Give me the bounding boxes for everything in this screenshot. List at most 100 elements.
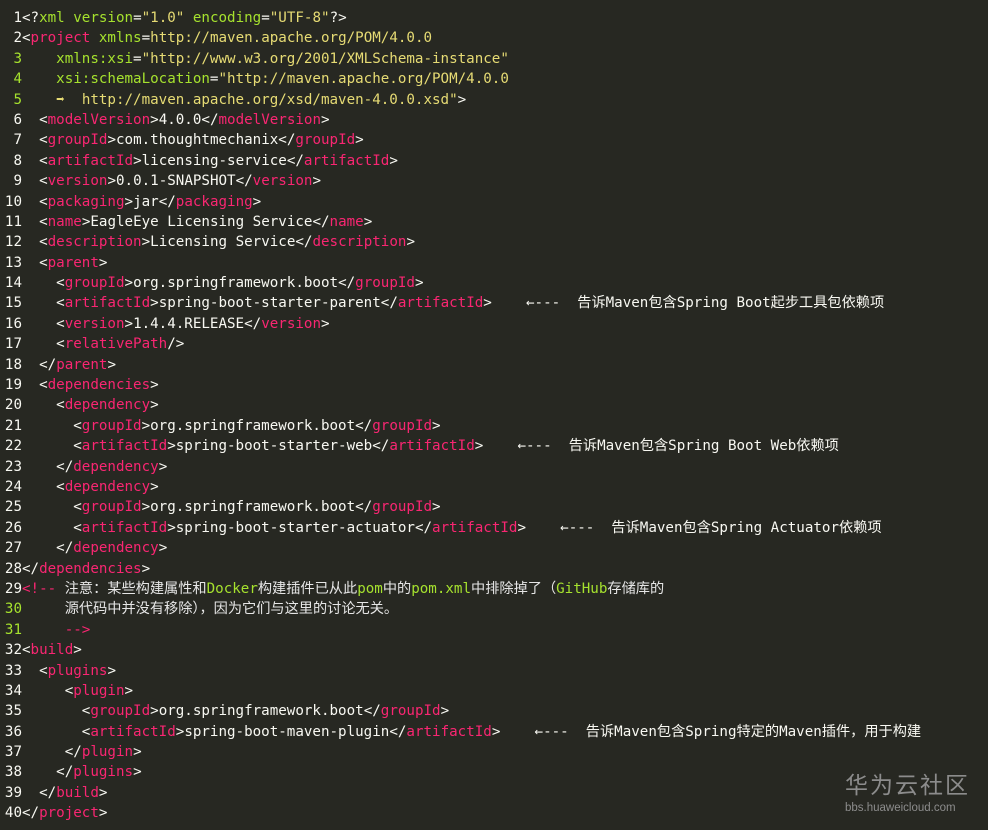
code-line[interactable]: 1<?xml version="1.0" encoding="UTF-8"?>: [0, 8, 988, 28]
code-line[interactable]: 35 <groupId>org.springframework.boot</gr…: [0, 701, 988, 721]
code-line[interactable]: 9 <version>0.0.1-SNAPSHOT</version>: [0, 171, 988, 191]
code-token: =: [141, 30, 151, 47]
code-token: <: [39, 132, 48, 149]
code-line[interactable]: 26 <artifactId>spring-boot-starter-actua…: [0, 518, 988, 538]
code-token: <: [39, 234, 48, 251]
code-token: </: [389, 723, 407, 740]
code-text: <relativePath/>: [22, 336, 184, 352]
code-line[interactable]: 37 </plugin>: [0, 742, 988, 762]
code-line[interactable]: 4 xsi:schemaLocation="http://maven.apach…: [0, 69, 988, 89]
code-text: </project>: [22, 805, 107, 821]
watermark-url: bbs.huaweicloud.com: [845, 802, 956, 814]
code-token: <: [73, 438, 82, 455]
line-number: 16: [4, 315, 22, 332]
code-line[interactable]: 30 源代码中并没有移除），因为它们与这里的讨论无关。: [0, 599, 988, 619]
code-line[interactable]: 24 <dependency>: [0, 477, 988, 497]
code-line[interactable]: 33 <plugins>: [0, 661, 988, 681]
code-token: >: [124, 315, 134, 332]
code-text: <groupId>org.springframework.boot</group…: [22, 417, 441, 434]
code-line[interactable]: 6 <modelVersion>4.0.0</modelVersion>: [0, 110, 988, 130]
code-line[interactable]: 17 <relativePath/>: [0, 334, 988, 354]
code-token: </: [355, 417, 373, 434]
code-line[interactable]: 14 <groupId>org.springframework.boot</gr…: [0, 273, 988, 293]
watermark: 华为云社区 bbs.huaweicloud.com: [845, 766, 970, 814]
code-line[interactable]: 11 <name>EagleEye Licensing Service</nam…: [0, 212, 988, 232]
code-line[interactable]: 21 <groupId>org.springframework.boot</gr…: [0, 416, 988, 436]
code-line[interactable]: 18 </parent>: [0, 355, 988, 375]
code-token: >: [150, 111, 159, 128]
code-token: >: [457, 91, 467, 108]
code-line[interactable]: 23 </dependency>: [0, 457, 988, 477]
code-token: >: [432, 499, 441, 516]
code-token: <: [64, 682, 74, 699]
code-line[interactable]: 2<project xmlns=http://maven.apache.org/…: [0, 28, 988, 48]
xml-tag-name: artifactId: [432, 519, 518, 536]
code-line[interactable]: 3 xmlns:xsi="http://www.w3.org/2001/XMLS…: [0, 49, 988, 69]
code-token: >: [150, 377, 159, 394]
line-number: 7: [13, 132, 22, 149]
xml-tag-name: project: [39, 805, 99, 822]
code-line[interactable]: 25 <groupId>org.springframework.boot</gr…: [0, 497, 988, 517]
code-line[interactable]: 8 <artifactId>licensing-service</artifac…: [0, 151, 988, 171]
code-token: org.springframework.boot: [133, 275, 339, 292]
code-line[interactable]: 7 <groupId>com.thoughtmechanix</groupId>: [0, 130, 988, 150]
string-literal: "1.0": [141, 10, 185, 26]
code-token: >: [107, 662, 116, 679]
line-number: 17: [4, 336, 22, 353]
code-line[interactable]: 31 -->: [0, 620, 988, 640]
code-line[interactable]: 29<!-- 注意：某些构建属性和Docker构建插件已从此pom中的pom.x…: [0, 579, 988, 599]
code-line[interactable]: 10 <packaging>jar</packaging>: [0, 192, 988, 212]
code-line[interactable]: 19 <dependencies>: [0, 375, 988, 395]
code-token: </: [244, 315, 262, 332]
xml-attribute: xmlns:xsi: [56, 50, 134, 67]
code-token: </: [22, 560, 40, 577]
code-line[interactable]: 39 </build>: [0, 783, 988, 803]
code-line[interactable]: 32<build>: [0, 640, 988, 660]
xml-tag-name: modelVersion: [47, 111, 151, 128]
code-token: <: [73, 499, 82, 516]
code-token: <: [39, 377, 48, 394]
xml-tag-name: plugins: [73, 764, 134, 781]
code-line[interactable]: 5 ➡ http://maven.apache.org/xsd/maven-4.…: [0, 90, 988, 110]
code-token: <: [39, 254, 48, 271]
code-line[interactable]: 13 <parent>: [0, 253, 988, 273]
code-token: 1.4.4.RELEASE: [133, 315, 245, 332]
code-line[interactable]: 27 </dependency>: [0, 538, 988, 558]
code-line[interactable]: 12 <description>Licensing Service</descr…: [0, 232, 988, 252]
line-number: 34: [4, 682, 22, 699]
code-line[interactable]: 34 <plugin>: [0, 681, 988, 701]
code-token: >: [141, 560, 151, 577]
xml-tag-name: name: [47, 213, 82, 230]
code-line[interactable]: 20 <dependency>: [0, 395, 988, 415]
code-text: <artifactId>spring-boot-starter-actuator…: [22, 519, 881, 536]
code-token: <?: [22, 10, 40, 26]
code-line[interactable]: 15 <artifactId>spring-boot-starter-paren…: [0, 293, 988, 313]
code-line[interactable]: 22 <artifactId>spring-boot-starter-web</…: [0, 436, 988, 456]
code-line[interactable]: 16 <version>1.4.4.RELEASE</version>: [0, 314, 988, 334]
string-literal: "http://maven.apache.org/POM/4.0.0: [218, 71, 509, 88]
code-token: >: [133, 152, 142, 169]
xml-tag-name: groupId: [47, 132, 108, 149]
code-text: <artifactId>spring-boot-starter-web</art…: [22, 438, 839, 454]
code-token: </: [372, 438, 390, 455]
code-token: >: [432, 417, 441, 434]
code-editor[interactable]: 1<?xml version="1.0" encoding="UTF-8"?> 2…: [0, 8, 988, 824]
code-token: <: [22, 30, 31, 47]
code-line[interactable]: 38 </plugins>: [0, 762, 988, 782]
code-line[interactable]: 40</project>: [0, 803, 988, 823]
code-token: com.thoughtmechanix: [115, 132, 279, 149]
code-line[interactable]: 36 <artifactId>spring-boot-maven-plugin<…: [0, 722, 988, 742]
code-line[interactable]: 28</dependencies>: [0, 559, 988, 579]
line-number: 4: [13, 71, 22, 88]
